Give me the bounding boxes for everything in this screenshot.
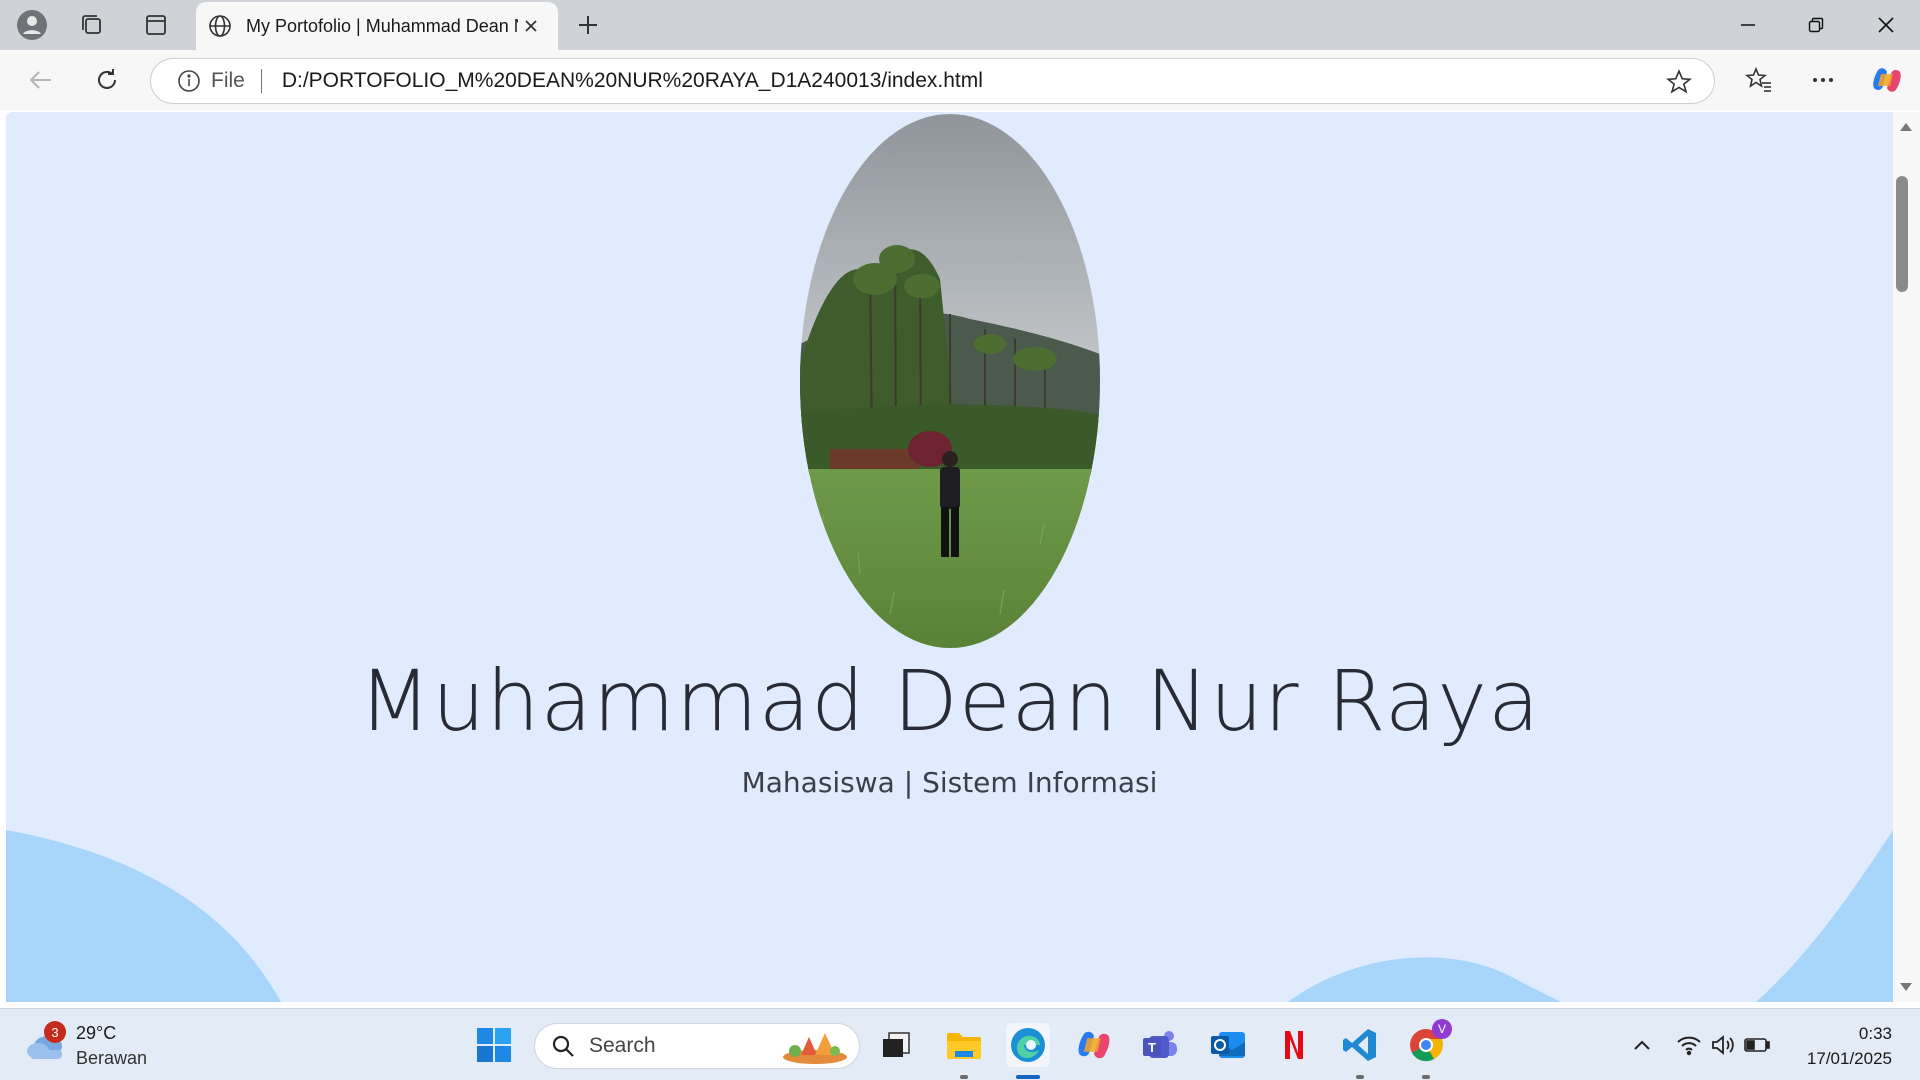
url-text[interactable]: D:/PORTOFOLIO_M%20DEAN%20NUR%20RAYA_D1A2… bbox=[282, 69, 983, 93]
reload-button[interactable] bbox=[86, 59, 128, 101]
quick-settings-button[interactable] bbox=[1668, 1023, 1778, 1067]
favorite-button[interactable] bbox=[1666, 69, 1692, 100]
weather-widget[interactable]: 3 29°C Berawan bbox=[26, 1021, 147, 1071]
workspaces-button[interactable] bbox=[72, 6, 112, 44]
globe-icon bbox=[209, 15, 231, 37]
browser-toolbar: File D:/PORTOFOLIO_M%20DEAN%20NUR%20RAYA… bbox=[0, 50, 1920, 110]
close-icon bbox=[1878, 17, 1894, 33]
clock-time: 0:33 bbox=[1858, 1024, 1892, 1043]
tab-close-button[interactable] bbox=[518, 13, 544, 39]
profile-icon bbox=[17, 10, 47, 40]
chrome-profile-badge: V bbox=[1432, 1019, 1452, 1039]
reload-icon bbox=[98, 69, 116, 89]
page-viewport: Muhammad Dean Nur Raya Mahasiswa | Siste… bbox=[6, 112, 1893, 1002]
clock[interactable]: 0:33 17/01/2025 bbox=[1807, 1021, 1892, 1071]
task-view-button[interactable] bbox=[874, 1023, 918, 1067]
folder-icon bbox=[947, 1033, 981, 1059]
address-divider bbox=[260, 69, 262, 93]
running-indicator bbox=[1422, 1075, 1430, 1079]
arrow-left-icon bbox=[29, 71, 51, 89]
profile-button[interactable] bbox=[12, 6, 52, 44]
battery-icon bbox=[1744, 1038, 1770, 1052]
close-window-button[interactable] bbox=[1852, 0, 1920, 50]
hero-subtitle: Mahasiswa | Sistem Informasi bbox=[741, 766, 1158, 799]
address-bar[interactable]: File D:/PORTOFOLIO_M%20DEAN%20NUR%20RAYA… bbox=[150, 58, 1715, 104]
new-tab-button[interactable] bbox=[568, 6, 608, 44]
wifi-icon bbox=[1677, 1036, 1701, 1056]
star-icon bbox=[1666, 69, 1692, 94]
search-icon bbox=[552, 1035, 574, 1057]
restore-icon bbox=[1808, 17, 1824, 33]
windows-taskbar: 3 29°C Berawan Search T V 0:33 17/01/202… bbox=[0, 1008, 1920, 1080]
teams-button[interactable]: T bbox=[1138, 1023, 1182, 1067]
taskbar-search[interactable]: Search bbox=[534, 1023, 860, 1069]
chevron-up-icon bbox=[1634, 1040, 1650, 1050]
search-placeholder: Search bbox=[589, 1034, 656, 1057]
svg-text:T: T bbox=[1148, 1040, 1156, 1055]
profile-photo bbox=[800, 114, 1100, 648]
minimize-button[interactable] bbox=[1714, 0, 1782, 50]
settings-more-button[interactable] bbox=[1802, 59, 1844, 101]
teams-icon: T bbox=[1143, 1031, 1177, 1058]
hero-name: Muhammad Dean Nur Raya bbox=[358, 652, 1541, 750]
weather-condition: Berawan bbox=[76, 1048, 148, 1068]
show-hidden-icons-button[interactable] bbox=[1620, 1023, 1664, 1067]
tab-actions-icon bbox=[146, 15, 166, 35]
edge-button[interactable] bbox=[1006, 1023, 1050, 1067]
task-view-icon bbox=[883, 1032, 910, 1057]
start-button[interactable] bbox=[472, 1023, 516, 1067]
weather-badge: 3 bbox=[44, 1021, 66, 1043]
clock-date: 17/01/2025 bbox=[1806, 1049, 1892, 1068]
more-icon bbox=[1813, 78, 1833, 82]
file-explorer-button[interactable] bbox=[942, 1023, 986, 1067]
portrait-image bbox=[800, 114, 1100, 648]
running-indicator bbox=[960, 1075, 968, 1079]
tab-title: My Portofolio | Muhammad Dean Nur Raya bbox=[246, 15, 518, 36]
edge-icon bbox=[1011, 1028, 1045, 1062]
workspaces-icon bbox=[82, 15, 101, 34]
active-indicator bbox=[1016, 1075, 1040, 1079]
scheme-label: File bbox=[211, 69, 245, 92]
close-icon bbox=[525, 20, 537, 32]
running-indicator bbox=[1356, 1075, 1364, 1079]
favorites-list-icon bbox=[1745, 66, 1771, 92]
info-icon bbox=[178, 70, 200, 92]
search-highlight-icon bbox=[783, 1033, 847, 1064]
vscode-button[interactable] bbox=[1338, 1023, 1382, 1067]
outlook-icon bbox=[1211, 1032, 1245, 1058]
copilot-button[interactable] bbox=[1866, 59, 1908, 101]
scroll-down-icon[interactable] bbox=[1899, 982, 1913, 992]
vscode-icon bbox=[1343, 1029, 1376, 1061]
copilot-app-button[interactable] bbox=[1072, 1023, 1116, 1067]
windows-logo-icon bbox=[477, 1028, 511, 1062]
active-tab[interactable]: My Portofolio | Muhammad Dean Nur Raya bbox=[196, 2, 558, 50]
back-button[interactable] bbox=[20, 59, 62, 101]
minimize-icon bbox=[1741, 24, 1755, 26]
volume-icon bbox=[1712, 1035, 1734, 1055]
tab-strip: My Portofolio | Muhammad Dean Nur Raya bbox=[0, 0, 1920, 50]
plus-icon bbox=[579, 16, 597, 34]
chrome-button[interactable]: V bbox=[1404, 1019, 1452, 1067]
scroll-up-icon[interactable] bbox=[1899, 122, 1913, 132]
scrollbar-thumb[interactable] bbox=[1896, 176, 1908, 292]
outlook-button[interactable] bbox=[1206, 1023, 1250, 1067]
netflix-icon bbox=[1285, 1031, 1303, 1059]
vertical-tabs-button[interactable] bbox=[136, 6, 176, 44]
weather-temperature: 29°C bbox=[76, 1023, 117, 1043]
netflix-button[interactable] bbox=[1272, 1023, 1316, 1067]
copilot-icon bbox=[1873, 68, 1901, 92]
restore-button[interactable] bbox=[1782, 0, 1850, 50]
favorites-button[interactable] bbox=[1738, 59, 1780, 101]
copilot-icon bbox=[1078, 1031, 1110, 1059]
